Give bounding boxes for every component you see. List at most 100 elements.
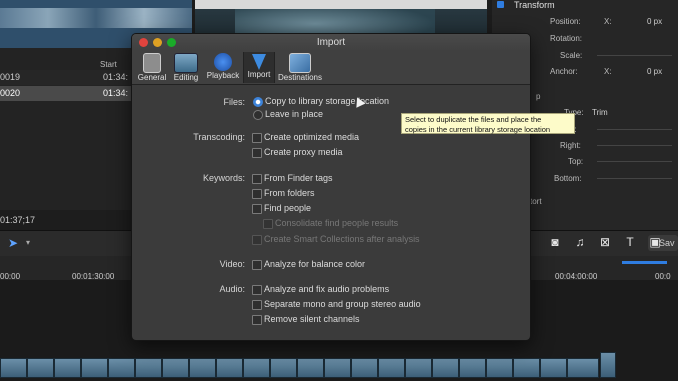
leave-in-place-radio[interactable] — [253, 110, 263, 120]
timeline-clip[interactable] — [432, 358, 459, 378]
copy-to-library-radio[interactable] — [253, 97, 263, 107]
from-folders-label[interactable]: From folders — [264, 188, 315, 198]
playback-icon — [214, 53, 232, 71]
timeline-clip[interactable] — [324, 358, 351, 378]
dialog-titlebar[interactable]: Import — [132, 34, 530, 51]
tooltip: Select to duplicate the files and place … — [401, 113, 575, 134]
smart-collections-label: Create Smart Collections after analysis — [264, 234, 420, 244]
remove-silent-checkbox[interactable] — [252, 315, 262, 325]
video-label: Video: — [219, 259, 245, 269]
copy-to-library-label[interactable]: Copy to library storage location — [265, 96, 389, 106]
finder-tags-label[interactable]: From Finder tags — [264, 173, 333, 183]
clip-name: 0020 — [0, 88, 21, 98]
tab-label: Destinations — [277, 73, 323, 82]
from-folders-checkbox[interactable] — [252, 189, 262, 199]
destinations-icon — [289, 53, 311, 73]
minimize-button[interactable] — [153, 38, 162, 47]
timeline-clip[interactable] — [108, 358, 135, 378]
find-people-checkbox[interactable] — [252, 204, 262, 214]
tab-editing[interactable]: Editing — [170, 52, 202, 83]
timeline-clip[interactable] — [600, 352, 616, 378]
timeline-clip[interactable] — [297, 358, 324, 378]
consolidate-people-label: Consolidate find people results — [275, 218, 399, 228]
crop-bottom-label: Bottom: — [554, 174, 582, 183]
timeline-clip[interactable] — [378, 358, 405, 378]
timeline-clip[interactable] — [189, 358, 216, 378]
consolidate-people-checkbox[interactable] — [263, 219, 273, 229]
zoom-button[interactable] — [167, 38, 176, 47]
timeline-clip[interactable] — [405, 358, 432, 378]
fix-audio-label[interactable]: Analyze and fix audio problems — [264, 284, 389, 294]
import-icon — [252, 54, 266, 70]
select-tool-icon[interactable]: ➤ — [8, 236, 18, 250]
timeline-clip[interactable] — [81, 358, 108, 378]
tab-playback[interactable]: Playback — [204, 52, 242, 83]
smart-collections-checkbox[interactable] — [252, 235, 262, 245]
timeline-clip[interactable] — [270, 358, 297, 378]
mono-stereo-checkbox[interactable] — [252, 300, 262, 310]
tab-label: Import — [247, 70, 271, 79]
timeline-clip[interactable] — [135, 358, 162, 378]
timeline-clip[interactable] — [162, 358, 189, 378]
balance-color-label[interactable]: Analyze for balance color — [264, 259, 365, 269]
timeline-clip[interactable] — [513, 358, 540, 378]
tab-import[interactable]: Import — [243, 52, 275, 83]
clip-start: 01:34: — [103, 88, 129, 98]
transform-enable-icon[interactable] — [497, 1, 504, 8]
position-x-label: X: — [604, 17, 612, 26]
balance-color-checkbox[interactable] — [252, 260, 262, 270]
scale-label: Scale: — [560, 51, 583, 60]
timeline-clip[interactable] — [243, 358, 270, 378]
timeline-clip[interactable] — [459, 358, 486, 378]
timeline-clip[interactable] — [216, 358, 243, 378]
browser-header-start: Start — [100, 60, 117, 69]
position-x-value[interactable]: 0 px — [647, 17, 662, 26]
timeline-clip[interactable] — [0, 358, 27, 378]
anchor-x-value[interactable]: 0 px — [647, 67, 662, 76]
titles-icon[interactable]: T — [623, 235, 637, 249]
tooltip-line: Select to duplicate the files and place … — [405, 115, 542, 124]
music-icon[interactable]: ♫ — [573, 235, 587, 249]
proxy-media-checkbox[interactable] — [252, 148, 262, 158]
clip-name: 0019 — [0, 72, 21, 82]
tab-label: General — [137, 73, 167, 82]
leave-in-place-label[interactable]: Leave in place — [265, 109, 323, 119]
editing-icon — [174, 53, 198, 73]
tab-label: Playback — [206, 71, 240, 80]
tooltip-line: copies in the current library storage lo… — [405, 125, 551, 134]
timeline-clip[interactable] — [567, 358, 599, 378]
camera-icon[interactable]: ◙ — [548, 235, 562, 249]
distort-section-title: tort — [530, 197, 542, 206]
find-people-label[interactable]: Find people — [264, 203, 311, 213]
chevron-down-icon[interactable]: ▾ — [26, 238, 30, 247]
clip-start: 01:34: — [103, 72, 129, 82]
tab-general[interactable]: General — [136, 52, 168, 83]
anchor-label: Anchor: — [550, 67, 578, 76]
optimized-media-checkbox[interactable] — [252, 133, 262, 143]
timeline-clip[interactable] — [351, 358, 378, 378]
remove-silent-label[interactable]: Remove silent channels — [264, 314, 360, 324]
close-button[interactable] — [139, 38, 148, 47]
mono-stereo-label[interactable]: Separate mono and group stereo audio — [264, 299, 421, 309]
anchor-x-label: X: — [604, 67, 612, 76]
timecode-display: 01:37;17 — [0, 215, 36, 225]
transform-title: Transform — [514, 0, 555, 10]
tab-label: Editing — [173, 73, 199, 82]
transitions-icon[interactable]: ⊠ — [598, 235, 612, 249]
proxy-media-label[interactable]: Create proxy media — [264, 147, 343, 157]
generators-icon[interactable]: ▣ — [648, 235, 662, 249]
timeline-clip[interactable] — [540, 358, 567, 378]
keywords-label: Keywords: — [202, 173, 245, 183]
timeline-clip[interactable] — [486, 358, 513, 378]
range-marker[interactable] — [622, 261, 667, 264]
crop-section-title: p — [536, 92, 541, 101]
tab-destinations[interactable]: Destinations — [275, 52, 325, 83]
crop-type-popup[interactable]: Trim — [592, 108, 608, 117]
audio-label: Audio: — [219, 284, 245, 294]
finder-tags-checkbox[interactable] — [252, 174, 262, 184]
optimized-media-label[interactable]: Create optimized media — [264, 132, 359, 142]
crop-right-label: Right: — [560, 141, 581, 150]
fix-audio-checkbox[interactable] — [252, 285, 262, 295]
timeline-clip[interactable] — [54, 358, 81, 378]
timeline-clip[interactable] — [27, 358, 54, 378]
